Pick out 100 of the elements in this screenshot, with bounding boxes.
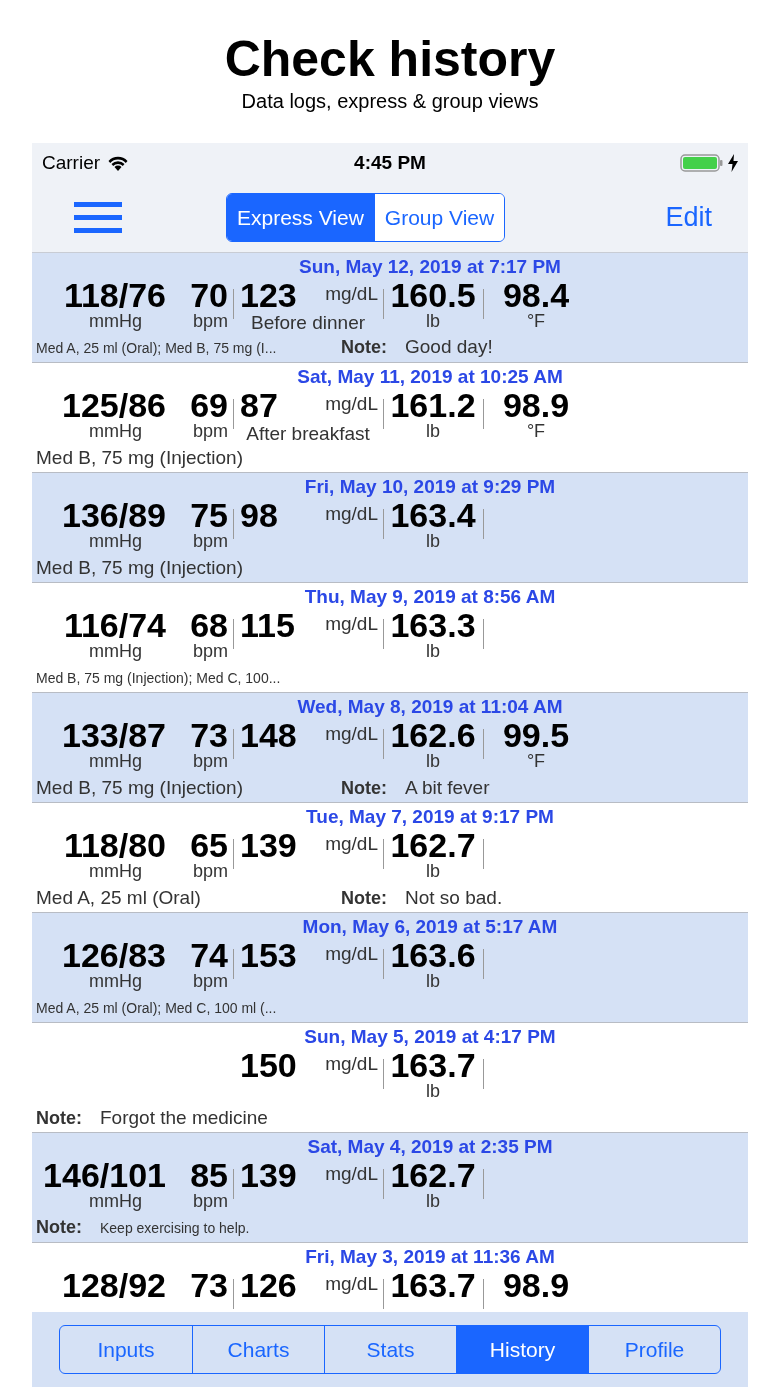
- entry-date: Fri, May 10, 2019 at 9:29 PM: [304, 476, 556, 497]
- weight-value: 162.7: [390, 1159, 476, 1191]
- entry-date: Wed, May 8, 2019 at 11:04 AM: [297, 696, 563, 717]
- note-text: Good day!: [405, 335, 493, 359]
- blood-pressure: 128/92: [62, 1269, 166, 1301]
- note-label: Note:: [341, 887, 387, 910]
- view-tab[interactable]: Group View: [373, 194, 505, 241]
- blood-pressure: 118/80: [63, 829, 166, 861]
- unit-label: mg/dL: [325, 503, 378, 525]
- glucose-value: 87: [239, 389, 279, 421]
- weight-value: 161.2: [390, 389, 476, 421]
- pulse-value: 69: [190, 389, 228, 421]
- glucose-value: 126: [239, 1269, 298, 1301]
- note-label: Note:: [36, 1216, 82, 1239]
- pulse-value: 85: [190, 1159, 228, 1191]
- note-text: A bit fever: [405, 776, 490, 800]
- tab[interactable]: Charts: [192, 1326, 324, 1373]
- note-label: Note:: [341, 777, 387, 800]
- blood-pressure: 126/83: [62, 939, 166, 971]
- weight-value: 163.7: [390, 1049, 476, 1081]
- entry-date: Mon, May 6, 2019 at 5:17 AM: [302, 916, 558, 937]
- unit-label: °F: [526, 751, 546, 771]
- medication-text: Med B, 75 mg (Injection); Med C, 100...: [36, 669, 282, 688]
- blood-pressure: 116/74: [63, 609, 166, 641]
- pulse-value: 68: [190, 609, 228, 641]
- charging-icon: [728, 154, 738, 172]
- tab[interactable]: Profile: [588, 1326, 720, 1373]
- battery-icon: [680, 153, 724, 173]
- glucose-value: 150: [239, 1049, 298, 1081]
- unit-label: bpm: [193, 1191, 228, 1211]
- unit-label: lb: [426, 751, 440, 771]
- unit-label: mg/dL: [325, 1053, 378, 1075]
- medication-text: Med A, 25 ml (Oral); Med C, 100 ml (...: [36, 999, 278, 1018]
- unit-label: lb: [426, 1191, 440, 1211]
- weight-value: 162.7: [390, 829, 476, 861]
- blood-pressure: 125/86: [62, 389, 166, 421]
- medication-text: Med B, 75 mg (Injection): [36, 446, 244, 470]
- unit-label: bpm: [193, 311, 228, 331]
- entry-date: Fri, May 3, 2019 at 11:36 AM: [305, 1246, 555, 1267]
- unit-label: mmHg: [89, 861, 142, 881]
- unit-label: bpm: [193, 421, 228, 441]
- unit-label: bpm: [193, 751, 228, 771]
- unit-label: mmHg: [89, 421, 142, 441]
- unit-label: bpm: [193, 641, 228, 661]
- unit-label: mg/dL: [325, 1163, 378, 1185]
- pulse-value: 73: [190, 719, 228, 751]
- tab[interactable]: Inputs: [60, 1326, 192, 1373]
- pulse-value: 73: [190, 1269, 228, 1301]
- unit-label: lb: [426, 861, 440, 881]
- weight-value: 162.6: [390, 719, 476, 751]
- unit-label: mmHg: [89, 971, 142, 991]
- unit-label: bpm: [193, 971, 228, 991]
- entry-date: Sun, May 5, 2019 at 4:17 PM: [304, 1026, 556, 1047]
- medication-text: Med B, 75 mg (Injection): [36, 776, 244, 800]
- medication-text: Med B, 75 mg (Injection): [36, 556, 244, 580]
- meal-context: After breakfast: [245, 422, 371, 445]
- view-tab[interactable]: Express View: [227, 194, 374, 241]
- temperature-value: 98.9: [502, 1269, 570, 1301]
- unit-label: mg/dL: [325, 283, 378, 305]
- entry-date: Sat, May 4, 2019 at 2:35 PM: [307, 1136, 553, 1157]
- unit-label: °F: [526, 311, 546, 331]
- entry-date: Sun, May 12, 2019 at 7:17 PM: [299, 256, 561, 277]
- unit-label: lb: [426, 531, 440, 551]
- unit-label: lb: [426, 311, 440, 331]
- unit-label: bpm: [193, 861, 228, 881]
- glucose-value: 139: [239, 1159, 298, 1191]
- blood-pressure: 146/101: [43, 1159, 166, 1191]
- glucose-value: 139: [239, 829, 298, 861]
- carrier-name: Carrier: [42, 152, 101, 174]
- unit-label: mmHg: [89, 531, 142, 551]
- unit-label: mg/dL: [325, 393, 378, 415]
- blood-pressure: 136/89: [62, 499, 166, 531]
- medication-text: Med A, 25 ml (Oral): [36, 886, 202, 910]
- edit-button[interactable]: Edit: [665, 202, 712, 233]
- temperature-value: 99.5: [502, 719, 570, 751]
- entry-date: Thu, May 9, 2019 at 8:56 AM: [304, 586, 556, 607]
- menu-icon[interactable]: [74, 201, 122, 234]
- glucose-value: 98: [239, 499, 279, 531]
- glucose-value: 123: [239, 279, 298, 311]
- weight-value: 160.5: [390, 279, 476, 311]
- note-text: Keep exercising to help.: [100, 1219, 250, 1238]
- unit-label: lb: [426, 971, 440, 991]
- temperature-value: 98.9: [502, 389, 570, 421]
- unit-label: mmHg: [89, 1191, 142, 1211]
- unit-label: mg/dL: [325, 1273, 378, 1295]
- unit-label: lb: [426, 641, 440, 661]
- weight-value: 163.7: [390, 1269, 476, 1301]
- meal-context: Before dinner: [249, 312, 367, 334]
- weight-value: 163.4: [390, 499, 476, 531]
- pulse-value: 74: [190, 939, 228, 971]
- entry-date: Sat, May 11, 2019 at 10:25 AM: [297, 366, 563, 387]
- tab[interactable]: History: [456, 1326, 588, 1373]
- unit-label: mmHg: [89, 311, 142, 331]
- unit-label: °F: [526, 421, 546, 441]
- weight-value: 163.3: [390, 609, 476, 641]
- unit-label: lb: [426, 421, 440, 441]
- glucose-value: 148: [239, 719, 298, 751]
- weight-value: 163.6: [390, 939, 476, 971]
- note-label: Note:: [36, 1107, 82, 1130]
- unit-label: mg/dL: [325, 833, 378, 855]
